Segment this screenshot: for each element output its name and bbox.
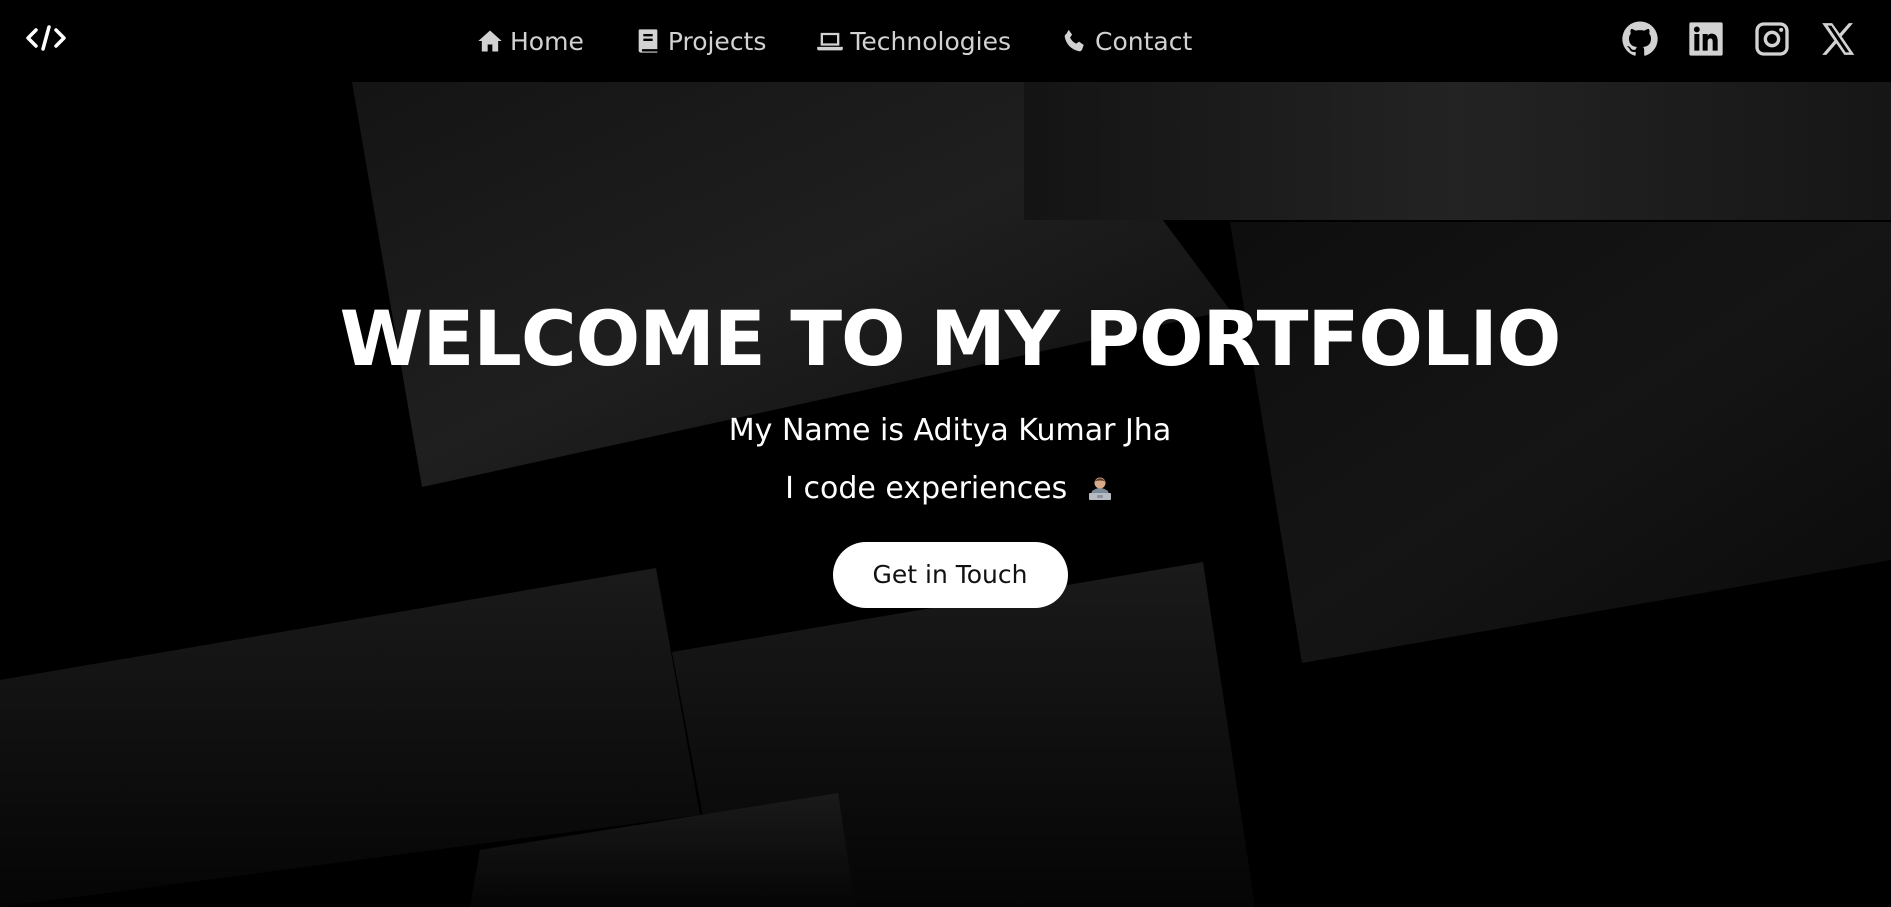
hero-name-line: My Name is Aditya Kumar Jha <box>728 413 1172 448</box>
code-brackets-icon[interactable] <box>24 19 68 57</box>
nav-item-technologies[interactable]: Technologies <box>816 27 1011 56</box>
navbar: Home Projects Technologies Contact <box>0 0 1891 82</box>
book-icon <box>638 29 658 53</box>
hero-tagline: I code experiences <box>785 471 1068 506</box>
home-icon <box>478 30 502 52</box>
phone-icon <box>1064 29 1084 52</box>
hero-tagline-row: I code experiences <box>0 464 1891 514</box>
linkedin-link[interactable] <box>1685 18 1727 60</box>
get-in-touch-button[interactable]: Get in Touch <box>832 542 1068 608</box>
instagram-link[interactable] <box>1751 18 1793 60</box>
nav-item-contact[interactable]: Contact <box>1061 27 1192 56</box>
hero-title: WELCOME TO MY PORTFOLIO <box>339 294 1562 383</box>
nav-item-projects[interactable]: Projects <box>634 26 767 56</box>
nav-item-home[interactable]: Home <box>476 27 584 56</box>
technologist-emoji-icon <box>1085 468 1115 500</box>
social-links <box>1595 19 1859 59</box>
nav-item-label: Home <box>510 26 584 56</box>
bg-panel <box>1024 82 1891 220</box>
linkedin-icon <box>1689 22 1723 56</box>
nav-item-label: Technologies <box>850 26 1011 56</box>
nav-item-label: Projects <box>667 26 767 56</box>
x-link[interactable] <box>1817 18 1859 60</box>
instagram-icon <box>1755 22 1789 56</box>
hero-section: WELCOME TO MY PORTFOLIO My Name is Adity… <box>0 280 1891 608</box>
laptop-icon <box>817 32 844 51</box>
nav-item-label: Contact <box>1095 26 1193 56</box>
nav-links: Home Projects Technologies Contact <box>476 22 1192 60</box>
github-icon <box>1622 21 1658 56</box>
x-icon <box>1822 23 1855 55</box>
portfolio-page: Home Projects Technologies Contact WELCO… <box>0 0 1891 907</box>
github-link[interactable] <box>1619 18 1661 60</box>
